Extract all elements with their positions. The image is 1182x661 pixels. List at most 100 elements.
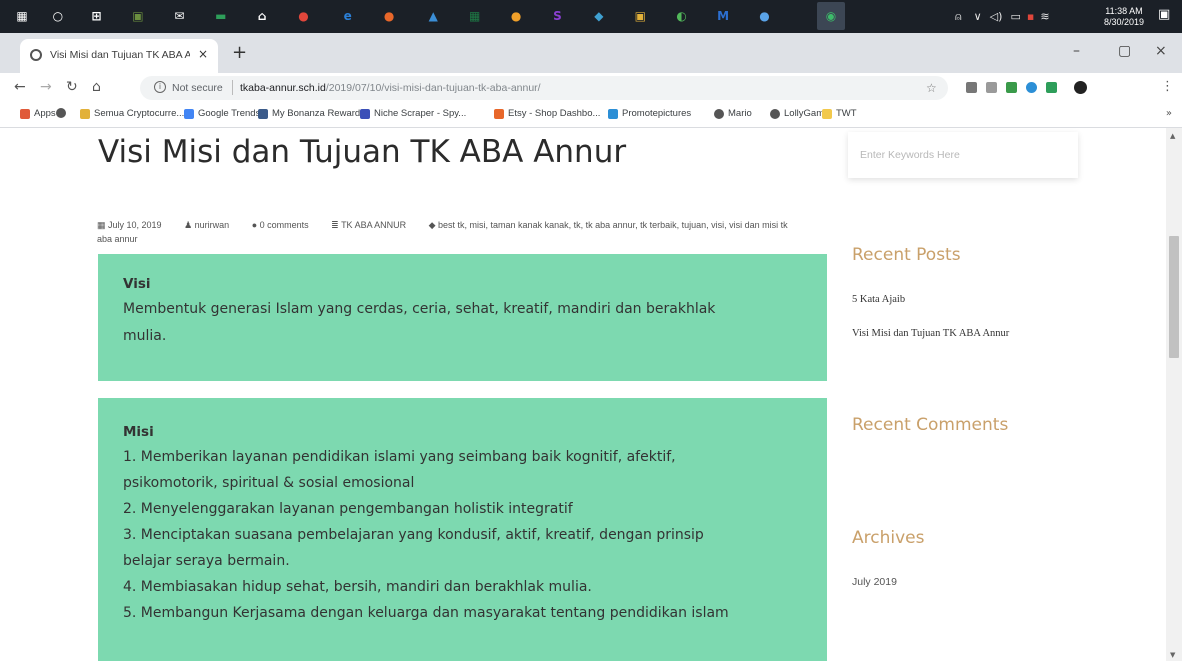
post-author-text: nurirwan: [194, 220, 230, 230]
language-icon[interactable]: ≋: [1040, 10, 1049, 23]
scroll-up-icon[interactable]: ▲: [1170, 132, 1175, 140]
home-button[interactable]: ⌂: [92, 79, 101, 95]
edge-icon[interactable]: e: [337, 5, 359, 27]
bookmark-label: Apps: [34, 108, 56, 119]
archives-title: Archives: [852, 528, 925, 548]
volume-icon[interactable]: ◁): [990, 10, 1003, 23]
app-purple-icon[interactable]: S: [546, 5, 568, 27]
post-title: Visi Misi dan Tujuan TK ABA Annur: [98, 134, 627, 170]
extension-2-icon[interactable]: [986, 82, 997, 93]
tray-chevron-icon[interactable]: ∨: [974, 10, 982, 23]
search-input[interactable]: [848, 132, 1078, 178]
bookmark-label: Promotepictures: [622, 108, 692, 119]
chrome-menu-icon[interactable]: ⋮: [1161, 79, 1174, 94]
excel-icon[interactable]: ▦: [464, 5, 486, 27]
extension-3-icon[interactable]: [1006, 82, 1017, 93]
taskbar-clock[interactable]: 11:38 AM 8/30/2019: [1104, 6, 1144, 28]
post-category[interactable]: ≣ TK ABA ANNUR: [331, 220, 416, 230]
post-category-text: TK ABA ANNUR: [341, 220, 407, 230]
chrome-taskbar-icon[interactable]: ◉: [817, 2, 845, 30]
more-bookmarks-icon[interactable]: »: [1166, 108, 1172, 119]
mail-icon[interactable]: ✉: [168, 5, 190, 27]
bookmark-item[interactable]: Semua Cryptocurre...: [80, 108, 184, 119]
extension-5-icon[interactable]: [1046, 82, 1057, 93]
app-red-icon[interactable]: ●: [293, 5, 315, 27]
bookmark-item[interactable]: Niche Scraper - Spy...: [360, 108, 466, 119]
bookmark-item[interactable]: Google Trends: [184, 108, 260, 119]
tray-app-icon[interactable]: ▪: [1027, 10, 1034, 23]
bookmark-label: TWT: [836, 108, 857, 119]
restore-button[interactable]: ▢: [1118, 43, 1131, 59]
firefox-icon[interactable]: ●: [378, 5, 400, 27]
bookmark-star-icon[interactable]: ☆: [926, 81, 937, 95]
text-line: psikomotorik, spiritual & sosial emosion…: [123, 475, 415, 491]
app-blue2-icon[interactable]: M: [712, 5, 734, 27]
app-yellow-icon[interactable]: ▣: [629, 5, 651, 27]
bookmark-label: Mario: [728, 108, 752, 119]
back-button[interactable]: ←: [14, 79, 26, 95]
extension-4-icon[interactable]: [1026, 82, 1037, 93]
misi-box: Misi 1. Memberikan layanan pendidikan is…: [98, 398, 827, 661]
visi-box: Visi Membentuk generasi Islam yang cerda…: [98, 254, 827, 381]
bookmark-item[interactable]: TWT: [822, 108, 857, 119]
scroll-down-icon[interactable]: ▼: [1170, 651, 1175, 659]
browser-tab-strip: Visi Misi dan Tujuan TK ABA Ann × + – ▢ …: [0, 33, 1182, 73]
post-date[interactable]: ▦ July 10, 2019: [97, 220, 172, 230]
security-label: Not secure: [172, 82, 223, 94]
page-scrollbar[interactable]: ▲ ▼: [1166, 128, 1182, 661]
close-window-button[interactable]: ×: [1155, 43, 1167, 59]
bookmark-icon: [770, 108, 780, 119]
bookmark-item[interactable]: My Bonanza Rewards: [258, 108, 365, 119]
post-comments[interactable]: ● 0 comments: [252, 220, 319, 230]
bookmark-item[interactable]: Mario: [714, 108, 752, 119]
bookmark-item[interactable]: Promotepictures: [608, 108, 691, 119]
cortana-icon[interactable]: ○: [47, 5, 69, 27]
scrollbar-thumb[interactable]: [1169, 236, 1179, 358]
close-tab-icon[interactable]: ×: [198, 47, 208, 61]
task-view-icon[interactable]: ⊞: [86, 5, 108, 27]
bookmark-icon: [258, 108, 268, 119]
network-icon[interactable]: ▭: [1010, 10, 1020, 23]
bookmark-icon: [184, 108, 194, 119]
app-chat-icon[interactable]: ●: [753, 5, 775, 27]
archive-link[interactable]: July 2019: [852, 576, 897, 588]
reload-button[interactable]: ↻: [66, 79, 78, 95]
bookmark-label: Google Trends: [198, 108, 261, 119]
people-icon[interactable]: ⍝: [955, 10, 962, 24]
browser-tab[interactable]: Visi Misi dan Tujuan TK ABA Ann ×: [20, 39, 218, 73]
post-author[interactable]: ♟ nurirwan: [184, 220, 239, 230]
bookmark-item[interactable]: LollyGame: [770, 108, 829, 119]
bookmarks-bar: Apps Semua Cryptocurre... Google Trends My …: [0, 103, 1182, 128]
app-orange-icon[interactable]: ●: [505, 5, 527, 27]
app-game-icon[interactable]: ▣: [127, 5, 149, 27]
bookmark-item[interactable]: Etsy - Shop Dashbo...: [494, 108, 600, 119]
address-separator: [232, 80, 233, 95]
info-icon[interactable]: i: [154, 81, 166, 93]
url-path: /2019/07/10/visi-misi-dan-tujuan-tk-aba-…: [325, 82, 541, 94]
profile-avatar[interactable]: [1074, 81, 1087, 94]
bookmark-label: Etsy - Shop Dashbo...: [508, 108, 601, 119]
forward-button[interactable]: →: [40, 79, 52, 95]
bookmark-item[interactable]: [56, 108, 70, 118]
address-bar[interactable]: i Not secure tkaba-annur.sch.id/2019/07/…: [140, 76, 948, 100]
extension-1-icon[interactable]: [966, 82, 977, 93]
bookmark-item[interactable]: Apps: [20, 108, 56, 119]
bookmark-label: My Bonanza Rewards: [272, 108, 365, 119]
app-green2-icon[interactable]: ◐: [671, 5, 693, 27]
web-page: Visi Misi dan Tujuan TK ABA Annur ▦ July…: [0, 128, 1182, 661]
store-icon[interactable]: ⌂: [251, 5, 273, 27]
minimize-button[interactable]: –: [1073, 43, 1080, 59]
system-tray: ⍝ ∨ ◁) ▭ ▪ ≋: [955, 0, 1050, 33]
action-center-icon[interactable]: ▣: [1158, 8, 1172, 22]
app-blue-icon[interactable]: ▲: [422, 5, 444, 27]
new-tab-button[interactable]: +: [232, 44, 247, 62]
search-widget: [848, 132, 1078, 178]
recent-post-link[interactable]: 5 Kata Ajaib: [852, 294, 905, 305]
app-green-icon[interactable]: ▬: [210, 5, 232, 27]
recent-post-link[interactable]: Visi Misi dan Tujuan TK ABA Annur: [852, 328, 1009, 339]
url-text[interactable]: tkaba-annur.sch.id/2019/07/10/visi-misi-…: [240, 82, 541, 94]
start-icon[interactable]: ▦: [11, 5, 33, 27]
windows-taskbar: ▦ ○ ⊞ ▣ ✉ ▬ ⌂ ● e ● ▲ ▦ ● S ◆ ▣ ◐ M ● ◉ ⍝ ∨ ◁) ▭ ▪ ≋ 11:38 …: [0, 0, 1182, 33]
browser-toolbar: ← → ↻ ⌂ i Not secure tkaba-annur.sch.id/…: [0, 73, 1182, 103]
app-teal-icon[interactable]: ◆: [588, 5, 610, 27]
